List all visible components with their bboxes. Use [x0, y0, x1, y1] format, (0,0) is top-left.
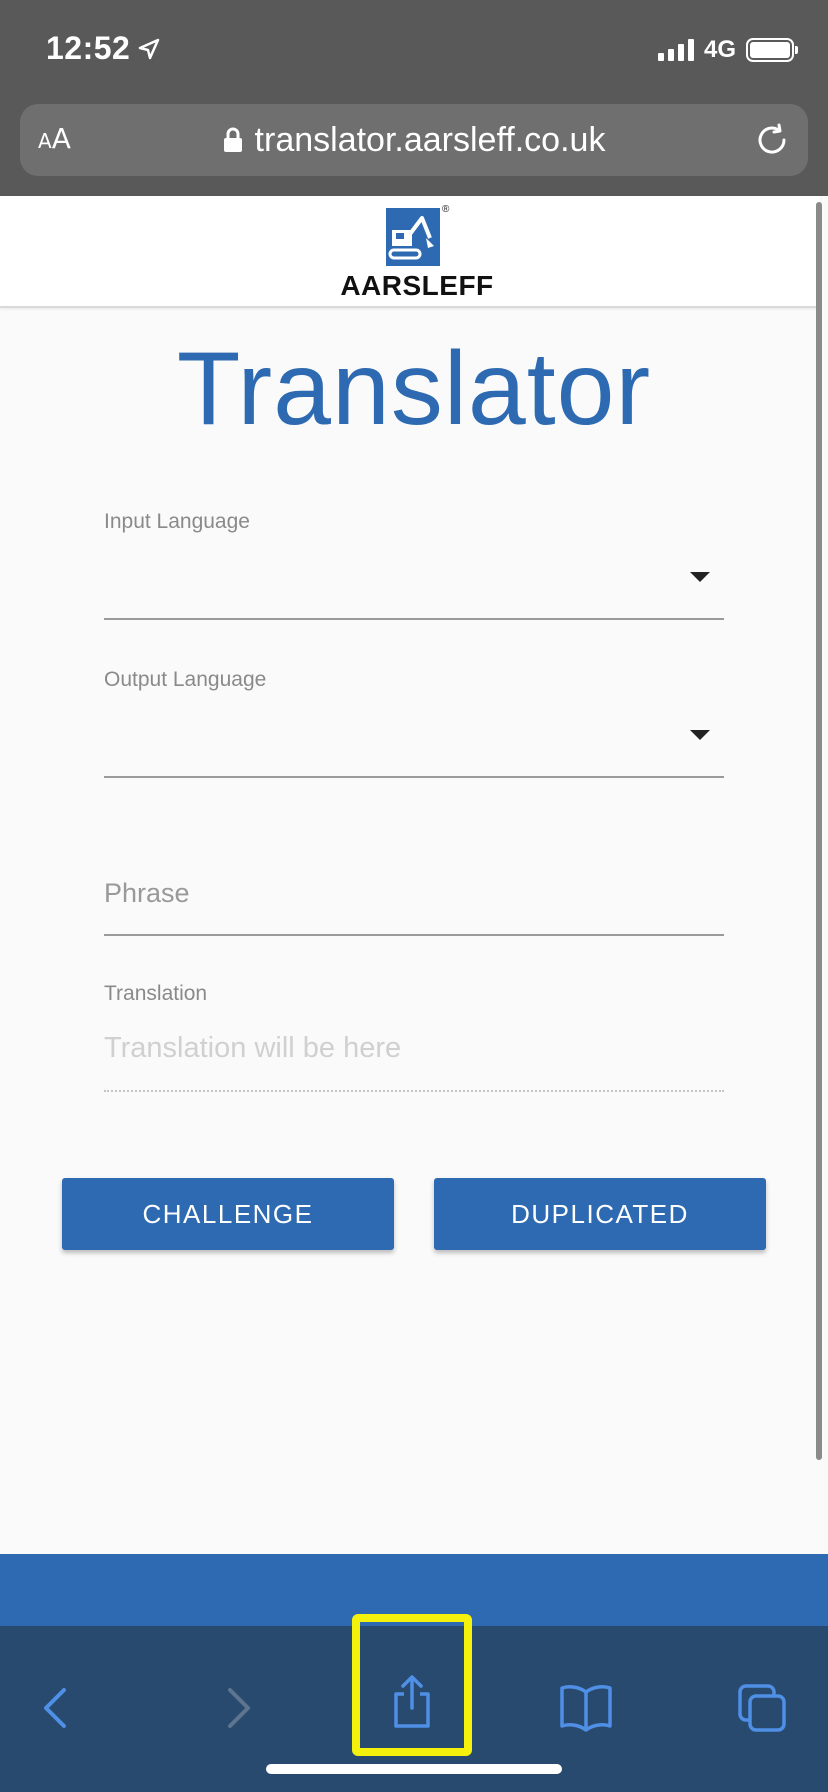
field-underline-dotted — [104, 1090, 724, 1092]
chevron-down-icon — [690, 730, 710, 740]
translation-label: Translation — [104, 982, 208, 1005]
url-bar[interactable]: AA translator.aarsleff.co.uk — [20, 104, 808, 176]
input-language-label: Input Language — [104, 510, 250, 533]
back-icon[interactable] — [28, 1678, 88, 1738]
lock-icon — [223, 127, 242, 152]
site-header: ® AARSLEFF — [0, 196, 820, 308]
status-indicators: 4G — [657, 36, 798, 64]
phrase-placeholder: Phrase — [104, 878, 190, 908]
challenge-button[interactable]: CHALLENGE — [62, 1178, 394, 1250]
screen: 12:52 4G AA translator.aarsleff.co.uk ® … — [0, 0, 828, 1792]
logo-text: AARSLEFF — [340, 270, 494, 301]
text-size-button[interactable]: AA — [38, 122, 71, 155]
location-arrow-icon — [139, 38, 160, 59]
url-display[interactable]: translator.aarsleff.co.uk — [223, 120, 606, 160]
phrase-input[interactable]: Phrase — [104, 872, 724, 936]
bookmarks-icon[interactable] — [556, 1678, 616, 1738]
output-language-select[interactable]: Output Language — [104, 668, 724, 778]
translation-output: Translation Translation will be here — [104, 982, 724, 1094]
duplicated-button[interactable]: DUPLICATED — [434, 1178, 766, 1250]
status-time: 12:52 — [46, 30, 160, 67]
browser-chrome: 12:52 4G AA translator.aarsleff.co.uk — [0, 0, 828, 196]
chevron-down-icon — [690, 572, 710, 582]
tabs-icon[interactable] — [732, 1678, 792, 1738]
field-underline — [104, 776, 724, 778]
reload-icon[interactable] — [752, 120, 792, 160]
field-underline — [104, 618, 724, 620]
share-button-highlight — [352, 1614, 472, 1756]
status-time-text: 12:52 — [46, 30, 131, 66]
aarsleff-logo[interactable]: ® AARSLEFF — [332, 204, 502, 302]
field-underline — [104, 934, 724, 936]
battery-icon — [746, 38, 798, 62]
forward-icon — [228, 1688, 250, 1728]
signal-icon — [657, 39, 694, 61]
network-type: 4G — [703, 36, 736, 63]
input-language-select[interactable]: Input Language — [104, 510, 724, 620]
output-language-label: Output Language — [104, 668, 267, 691]
home-indicator[interactable] — [266, 1764, 562, 1774]
excavator-icon — [386, 208, 440, 266]
translation-placeholder: Translation will be here — [104, 1032, 402, 1064]
url-text: translator.aarsleff.co.uk — [254, 120, 606, 159]
page-title: Translator — [176, 331, 652, 447]
registered-mark: ® — [442, 204, 450, 215]
